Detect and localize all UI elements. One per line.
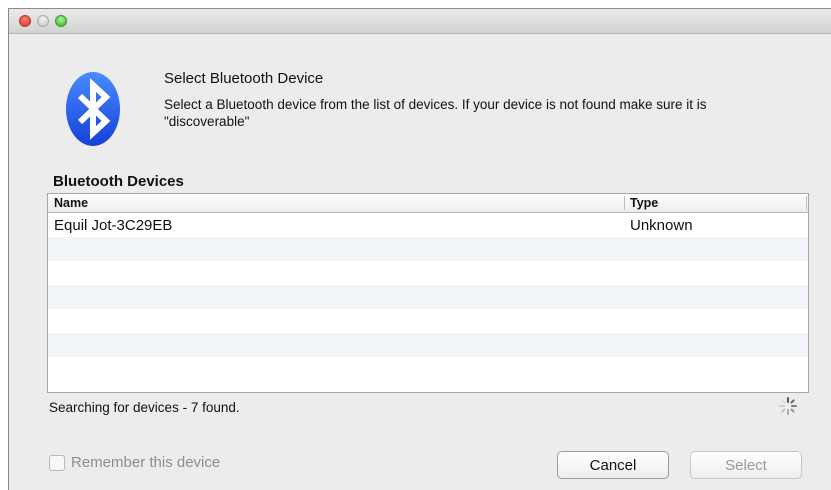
table-row[interactable] xyxy=(48,357,808,381)
cancel-button[interactable]: Cancel xyxy=(557,451,669,479)
column-header-name[interactable]: Name xyxy=(54,196,88,210)
progress-spinner-icon xyxy=(779,397,797,415)
table-row[interactable] xyxy=(48,285,808,309)
zoom-window-button[interactable] xyxy=(55,15,67,27)
bluetooth-icon xyxy=(66,72,120,146)
table-row[interactable] xyxy=(48,333,808,357)
dialog-description: Select a Bluetooth device from the list … xyxy=(164,97,707,129)
remember-device-checkbox[interactable] xyxy=(49,455,65,471)
table-row[interactable] xyxy=(48,309,808,333)
table-row[interactable]: Equil Jot-3C29EB Unknown xyxy=(48,213,808,237)
search-status-text: Searching for devices - 7 found. xyxy=(49,400,240,415)
bluetooth-dialog-window: Select Bluetooth Device Select a Bluetoo… xyxy=(8,8,831,490)
titlebar xyxy=(9,9,831,34)
devices-section-title: Bluetooth Devices xyxy=(53,173,184,190)
close-window-button[interactable] xyxy=(19,15,31,27)
devices-table[interactable]: Name Type Equil Jot-3C29EB Unknown xyxy=(47,193,809,393)
select-button[interactable]: Select xyxy=(690,451,802,479)
column-divider xyxy=(624,196,625,210)
device-name-cell: Equil Jot-3C29EB xyxy=(54,217,173,234)
remember-device-label[interactable]: Remember this device xyxy=(71,454,220,471)
table-row[interactable] xyxy=(48,237,808,261)
column-divider xyxy=(806,196,807,210)
column-header-type[interactable]: Type xyxy=(630,196,658,210)
device-type-cell: Unknown xyxy=(630,217,693,234)
dialog-title: Select Bluetooth Device xyxy=(164,70,324,87)
minimize-window-button[interactable] xyxy=(37,15,49,27)
table-row[interactable] xyxy=(48,261,808,285)
table-header: Name Type xyxy=(48,194,808,213)
